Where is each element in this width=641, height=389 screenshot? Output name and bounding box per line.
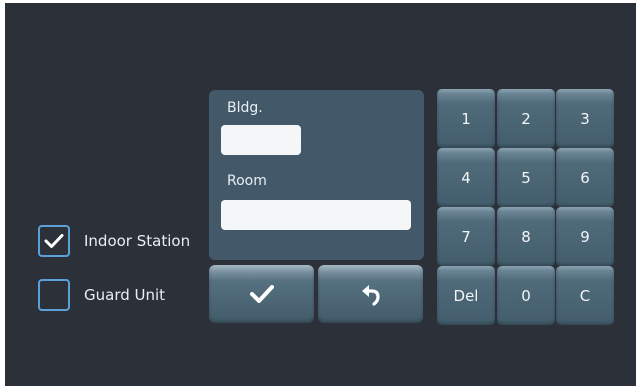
guard-unit-option[interactable]: Guard Unit — [38, 278, 165, 312]
return-arrow-icon — [361, 285, 380, 306]
key-0[interactable]: 0 — [497, 266, 555, 325]
key-8[interactable]: 8 — [497, 207, 555, 266]
bldg-input[interactable] — [221, 125, 301, 155]
checkmark-icon — [249, 285, 274, 303]
key-7[interactable]: 7 — [437, 207, 495, 266]
key-1[interactable]: 1 — [437, 89, 495, 148]
room-input[interactable] — [221, 200, 411, 230]
key-delete[interactable]: Del — [437, 266, 495, 325]
confirm-button[interactable] — [209, 265, 314, 323]
indoor-station-checkbox[interactable] — [38, 225, 70, 257]
room-label: Room — [227, 173, 267, 189]
intercom-screen: Indoor Station Guard Unit Bldg. Room 1 2… — [5, 3, 636, 386]
bldg-label: Bldg. — [227, 100, 263, 116]
check-icon — [44, 234, 64, 248]
guard-unit-checkbox[interactable] — [38, 279, 70, 311]
indoor-station-label: Indoor Station — [84, 232, 191, 250]
address-form-panel: Bldg. Room — [209, 90, 424, 260]
guard-unit-label: Guard Unit — [84, 286, 166, 304]
indoor-station-option[interactable]: Indoor Station — [38, 224, 190, 258]
key-clear[interactable]: C — [556, 266, 614, 325]
key-2[interactable]: 2 — [497, 89, 555, 148]
key-4[interactable]: 4 — [437, 148, 495, 207]
back-button[interactable] — [318, 265, 423, 323]
key-3[interactable]: 3 — [556, 89, 614, 148]
key-6[interactable]: 6 — [556, 148, 614, 207]
key-5[interactable]: 5 — [497, 148, 555, 207]
key-9[interactable]: 9 — [556, 207, 614, 266]
